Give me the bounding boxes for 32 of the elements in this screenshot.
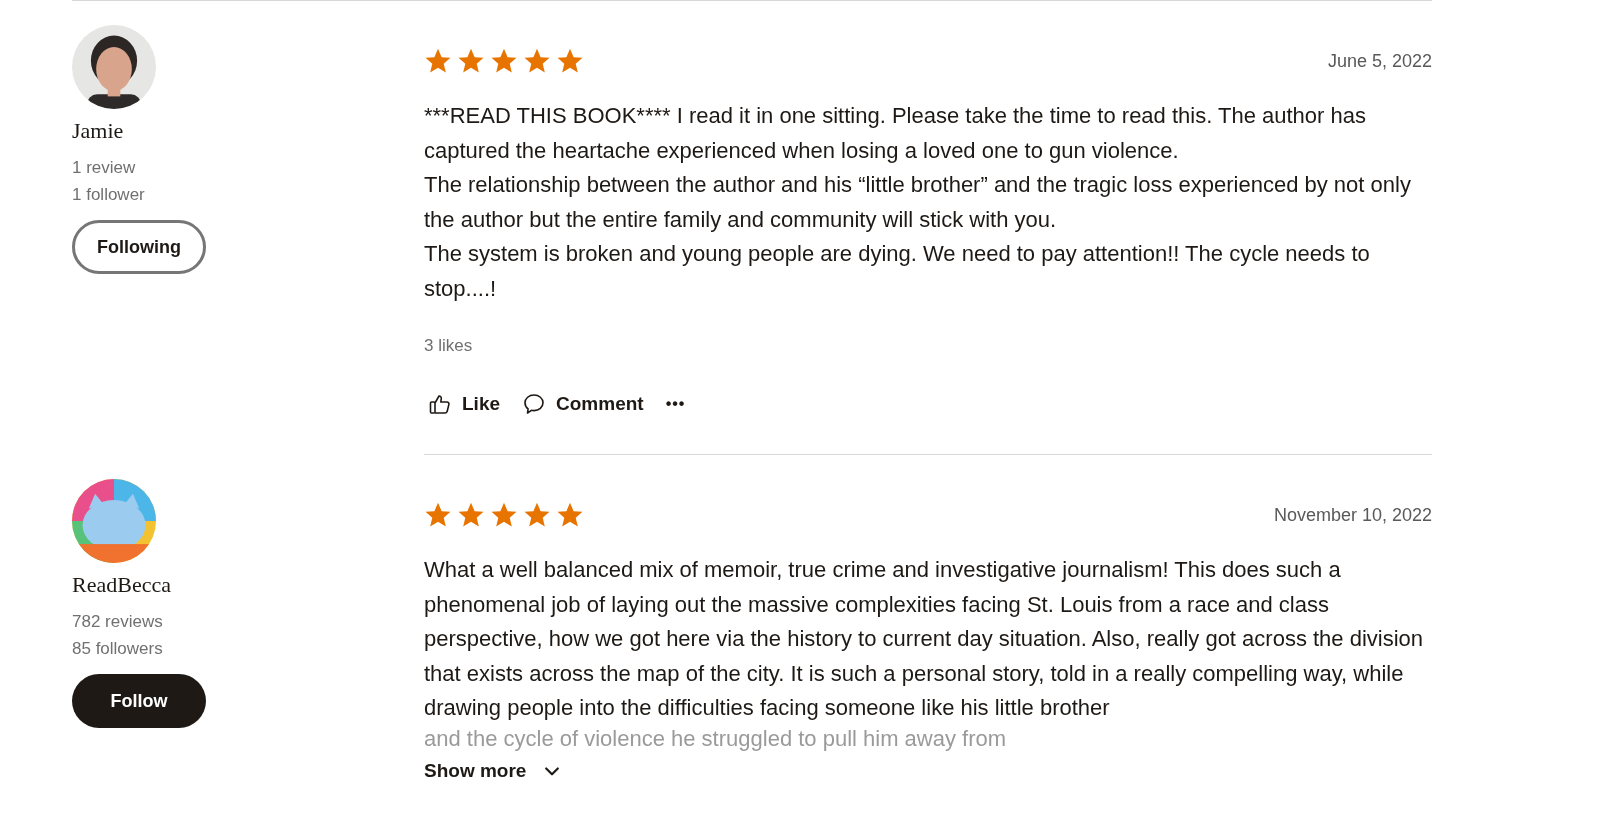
review-text: ***READ THIS BOOK**** I read it in one sitting. Please take the time to read this. The author has captured the heartache experienced when losing a loved one to gun violence. — [424, 102, 1367, 165]
star-icon — [490, 47, 518, 75]
star-icon — [523, 501, 551, 529]
star-icon — [523, 47, 551, 75]
like-count[interactable]: 3 likes — [424, 336, 473, 356]
follow-button[interactable]: Follow — [72, 674, 206, 728]
show-more-button[interactable]: Show more — [424, 759, 563, 782]
follow-button[interactable]: Following — [72, 220, 206, 274]
star-icon — [457, 47, 485, 75]
star-icon — [457, 501, 485, 529]
star-icon — [490, 501, 518, 529]
thumbs-up-icon — [428, 392, 452, 416]
reviewer-stat: 782 reviews — [72, 611, 163, 633]
reviewer-name[interactable]: ReadBecca — [72, 572, 171, 598]
review-text: What a well balanced mix of memoir, true crime and investigative journalism! This does such a phenomenal job of laying out the massive complexities facing St. Louis from a race and class perspective, how we got here via the history to current day situation. Also, really got across the division that exists across the map of the city. It is such a personal story, told in a really compelling way, while drawing people into the difficulties facing someone like his little brother — [424, 556, 1425, 722]
reviewer-stat: 1 review — [72, 157, 136, 179]
speech-bubble-icon — [522, 392, 547, 416]
review-text: The relationship between the author and his “little brother” and the tragic loss experienced by not only the author but the entire family and community will stick with you. — [424, 171, 1412, 234]
review-date: June 5, 2022 — [1327, 50, 1432, 72]
like-button[interactable]: Like — [424, 388, 505, 420]
star-icon — [424, 47, 452, 75]
reviewer-stat: 85 followers — [72, 638, 163, 660]
star-icon — [424, 501, 452, 529]
star-icon — [556, 501, 584, 529]
faded-review-text: and the cycle of violence he struggled to pull him away from — [424, 725, 1008, 752]
reviewer-name[interactable]: Jamie — [72, 118, 124, 144]
comment-button[interactable]: Comment — [518, 388, 648, 420]
review-text: The system is broken and young people are dying. We need to pay attention!! The cycle needs to stop....! — [424, 240, 1371, 303]
review-date: November 10, 2022 — [1273, 504, 1432, 526]
star-icon — [556, 47, 584, 75]
reviewer-stat: 1 follower — [72, 184, 145, 206]
more-button[interactable]: ••• — [661, 388, 690, 420]
